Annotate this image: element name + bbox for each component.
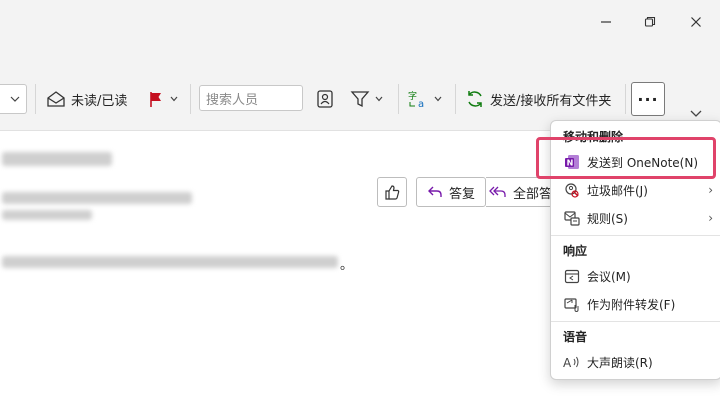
sync-icon <box>468 91 482 107</box>
minimize-button[interactable] <box>594 10 618 34</box>
more-commands-button[interactable]: ··· <box>631 82 665 116</box>
sender-blurred <box>2 192 192 204</box>
ribbon-separator <box>625 84 626 114</box>
reply-all-icon <box>489 186 506 197</box>
more-icon: ··· <box>637 89 659 109</box>
chevron-down-icon <box>690 110 702 117</box>
reply-icon <box>427 186 442 197</box>
envelope-open-icon <box>47 91 65 107</box>
reply-label: 答复 <box>448 186 475 202</box>
forward-attachment-icon <box>564 298 579 312</box>
message-subject-blurred <box>2 152 112 166</box>
close-icon <box>691 17 701 27</box>
address-book-icon <box>317 90 333 108</box>
search-people-input[interactable]: 搜索人员 <box>199 85 303 111</box>
read-aloud-label: 大声朗读(R) <box>587 355 653 370</box>
message-body-blurred <box>2 256 338 268</box>
filter-email-button[interactable] <box>350 84 383 114</box>
flag-icon <box>150 92 161 107</box>
menu-divider <box>551 235 720 236</box>
menu-item-forward-attachment[interactable]: 作为附件转发(F) <box>551 291 720 317</box>
restore-button[interactable] <box>638 10 662 34</box>
restore-icon <box>644 16 656 27</box>
search-people-placeholder: 搜索人员 <box>206 92 259 108</box>
title-bar <box>0 0 720 48</box>
translate-icon: 字a <box>408 90 424 109</box>
reply-all-button[interactable]: 全部答 <box>486 177 556 207</box>
chevron-right-icon: › <box>708 183 713 197</box>
close-window-button[interactable] <box>684 10 708 34</box>
send-receive-all-button[interactable]: 发送/接收所有文件夹 <box>465 84 611 114</box>
ribbon-dropdown-partial[interactable] <box>0 84 27 114</box>
address-book-button[interactable] <box>316 84 334 114</box>
ribbon-separator <box>398 84 399 114</box>
ribbon-separator <box>35 84 36 114</box>
minimize-icon <box>601 21 611 23</box>
body-trailing-mark: 。 <box>340 258 354 273</box>
chevron-down-icon <box>10 96 20 102</box>
meeting-label: 会议(M) <box>587 269 631 284</box>
read-aloud-icon: A <box>563 356 579 370</box>
read-unread-button[interactable]: 未读/已读 <box>46 84 127 114</box>
menu-section-respond: 响应 <box>563 244 588 258</box>
menu-item-junk[interactable]: 垃圾邮件(J) › <box>551 177 720 203</box>
menu-item-rules[interactable]: 规则(S) › <box>551 205 720 231</box>
recipient-blurred <box>2 210 92 220</box>
junk-mail-icon <box>565 183 579 198</box>
ribbon-separator <box>455 84 456 114</box>
chevron-down-icon <box>434 96 442 102</box>
chevron-down-icon <box>375 96 383 102</box>
reply-all-label: 全部答 <box>512 186 552 202</box>
rules-icon <box>564 211 580 226</box>
thumbs-up-icon <box>385 185 400 200</box>
svg-text:a: a <box>418 99 424 109</box>
svg-text:A: A <box>563 356 572 370</box>
chevron-right-icon: › <box>708 211 713 225</box>
rules-label: 规则(S) <box>587 211 628 226</box>
filter-icon <box>350 91 370 108</box>
like-button[interactable] <box>377 177 407 207</box>
flag-button[interactable] <box>147 84 178 114</box>
menu-item-read-aloud[interactable]: A 大声朗读(R) <box>551 349 720 375</box>
menu-item-meeting[interactable]: 会议(M) <box>551 263 720 289</box>
menu-section-speech: 语音 <box>563 330 588 344</box>
ribbon-separator <box>190 84 191 114</box>
forward-attachment-label: 作为附件转发(F) <box>587 297 676 312</box>
calendar-reply-icon <box>564 269 580 284</box>
menu-divider <box>551 321 720 322</box>
chevron-down-icon <box>170 96 178 102</box>
read-unread-label: 未读/已读 <box>71 93 128 109</box>
highlight-annotation <box>536 137 716 179</box>
junk-label: 垃圾邮件(J) <box>587 183 648 198</box>
svg-text:字: 字 <box>408 90 417 102</box>
translate-button[interactable]: 字a <box>407 84 442 114</box>
reply-button[interactable]: 答复 <box>416 177 486 207</box>
send-receive-label: 发送/接收所有文件夹 <box>490 93 612 109</box>
